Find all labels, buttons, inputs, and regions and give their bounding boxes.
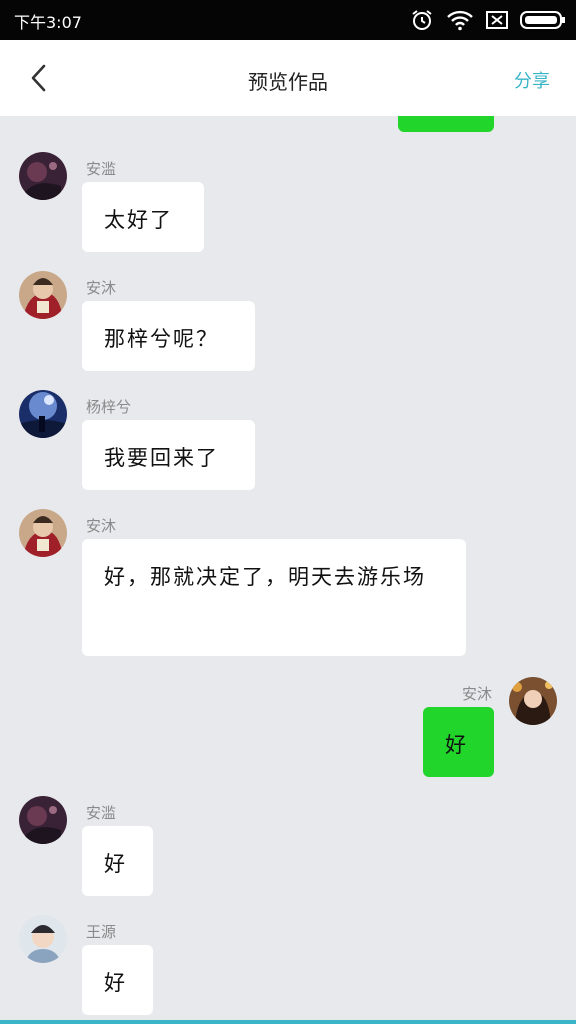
- battery-icon: [520, 10, 566, 30]
- avatar[interactable]: [19, 509, 67, 557]
- page-title: 预览作品: [248, 70, 328, 94]
- sender-name: 安沐: [461, 685, 492, 703]
- message-bubble[interactable]: 好: [82, 826, 153, 896]
- avatar[interactable]: [19, 390, 67, 438]
- message-bubble[interactable]: 那梓兮呢？: [82, 301, 255, 371]
- top-bar: 预览作品 分享: [0, 40, 576, 116]
- avatar[interactable]: [509, 677, 557, 725]
- bottom-accent-bar: [0, 1020, 576, 1024]
- sender-name: 安滥: [86, 804, 117, 822]
- avatar[interactable]: [19, 152, 67, 200]
- message-bubble[interactable]: 好: [82, 945, 153, 1015]
- alarm-icon: [410, 8, 434, 32]
- message-bubble[interactable]: 太好了: [82, 182, 204, 252]
- message-bubble[interactable]: 好，那就决定了，明天去游乐场: [82, 539, 466, 656]
- chat-list[interactable]: 安滥 太好了 安沐 那梓兮呢？ 杨梓兮 我要回来了 安沐 好，那就决定了，明天去…: [0, 116, 576, 1020]
- wifi-icon: [446, 9, 474, 31]
- avatar[interactable]: [19, 271, 67, 319]
- avatar[interactable]: [19, 915, 67, 963]
- sender-name: 安滥: [86, 160, 117, 178]
- share-button[interactable]: 分享: [514, 67, 550, 93]
- avatar[interactable]: [19, 796, 67, 844]
- sender-name: 安沐: [86, 517, 117, 535]
- sender-name: 安沐: [86, 279, 117, 297]
- sender-name: 王源: [86, 923, 117, 941]
- status-time: 下午3:07: [14, 13, 82, 32]
- message-bubble[interactable]: 好: [423, 707, 494, 777]
- sim-card-icon: [486, 11, 508, 29]
- status-bar: 下午3:07: [0, 0, 576, 40]
- previous-self-bubble: [398, 116, 494, 132]
- sender-name: 杨梓兮: [86, 398, 132, 416]
- message-bubble[interactable]: 我要回来了: [82, 420, 255, 490]
- status-icons: [410, 8, 566, 32]
